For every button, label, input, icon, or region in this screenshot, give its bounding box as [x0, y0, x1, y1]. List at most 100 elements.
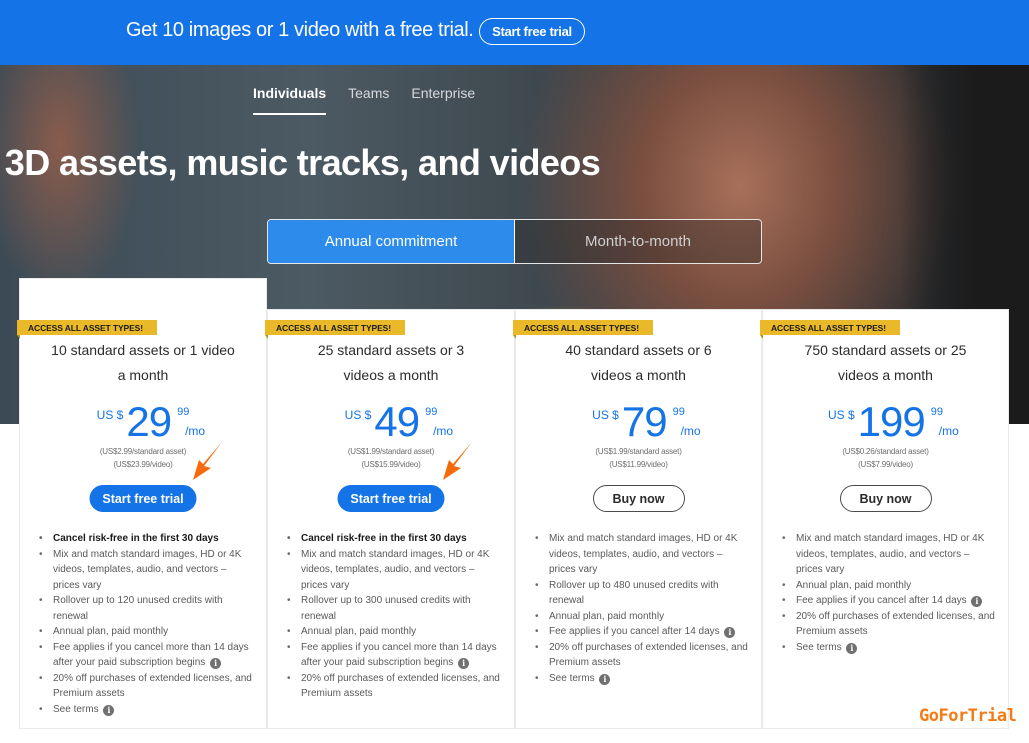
plan-card-10: ACCESS ALL ASSET TYPES! 10 standard asse…	[17, 278, 267, 729]
price-cents-wrap: 99/mo	[425, 406, 453, 442]
feature-list: Mix and match standard images, HD or 4K …	[535, 531, 749, 687]
price-dollars: 29	[126, 398, 172, 445]
feature-item: See terms i	[535, 671, 749, 687]
feature-item: Annual plan, paid monthly	[39, 624, 254, 640]
buy-now-button[interactable]: Buy now	[839, 485, 932, 512]
feature-item: See terms i	[39, 702, 254, 718]
plan-card-25: ACCESS ALL ASSET TYPES! 25 standard asse…	[265, 309, 515, 729]
per-video-price: (US$23.99/video)	[113, 460, 173, 469]
plan-title: 10 standard assets or 1 video a month	[51, 342, 235, 383]
promo-start-free-trial-button[interactable]: Start free trial	[479, 18, 585, 45]
price-currency: US $	[592, 408, 619, 422]
per-video-price: (US$7.99/video)	[858, 460, 913, 469]
feature-item: Fee applies if you cancel after 14 days …	[782, 593, 996, 609]
per-asset-price: (US$1.99/standard asset)	[347, 447, 435, 456]
info-icon[interactable]: i	[210, 658, 222, 670]
plan-price: US $ 49 99/mo	[268, 398, 514, 445]
plan-badge: ACCESS ALL ASSET TYPES!	[760, 320, 900, 339]
info-icon[interactable]: i	[599, 674, 611, 685]
arrow-annotation-icon	[443, 442, 472, 480]
toggle-annual-commitment[interactable]: Annual commitment	[268, 220, 515, 263]
promo-text: Get 10 images or 1 video with a free tri…	[126, 19, 474, 41]
hero-title: , 3D assets, music tracks, and videos	[0, 142, 601, 183]
feature-item: 20% off purchases of extended licenses, …	[39, 671, 254, 702]
per-video-price: (US$11.99/video)	[609, 460, 668, 469]
price-dollars: 79	[621, 398, 668, 445]
feature-list: Cancel risk-free in the first 30 days Mi…	[39, 531, 254, 718]
plan-badge: ACCESS ALL ASSET TYPES!	[513, 320, 653, 339]
price-currency: US $	[827, 408, 855, 422]
feature-item: Cancel risk-free in the first 30 days	[39, 531, 254, 547]
price-cents-wrap: 99/mo	[177, 406, 205, 442]
price-currency: US $	[344, 408, 372, 422]
feature-item: Annual plan, paid monthly	[782, 578, 996, 594]
per-asset-price: (US$2.99/standard asset)	[99, 447, 187, 456]
segment-tabs: Individuals Teams Enterprise	[253, 85, 475, 115]
info-icon[interactable]: i	[458, 658, 470, 670]
per-video-price: (US$15.99/video)	[361, 460, 421, 469]
per-asset-price: (US$0.26/standard asset)	[842, 447, 929, 456]
start-free-trial-button[interactable]: Start free trial	[89, 485, 197, 512]
tab-individuals[interactable]: Individuals	[253, 85, 327, 115]
feature-item: 20% off purchases of extended licenses, …	[287, 671, 502, 702]
watermark-logo: GoForTrial	[919, 706, 1017, 726]
plan-title: 40 standard assets or 6 videos a month	[565, 342, 712, 383]
plan-badge: ACCESS ALL ASSET TYPES!	[17, 320, 157, 339]
info-icon[interactable]: i	[103, 705, 115, 716]
feature-item: Mix and match standard images, HD or 4K …	[287, 547, 502, 594]
info-icon[interactable]: i	[846, 643, 858, 654]
feature-item: Rollover up to 480 unused credits with r…	[535, 578, 749, 609]
price-currency: US $	[96, 408, 124, 422]
plan-price: US $ 199 99/mo	[763, 398, 1008, 445]
feature-item: Rollover up to 120 unused credits with r…	[39, 593, 254, 624]
info-icon[interactable]: i	[724, 627, 736, 639]
feature-item: Fee applies if you cancel after 14 days …	[535, 624, 749, 640]
see-terms-link[interactable]: See terms	[53, 704, 99, 715]
feature-list: Mix and match standard images, HD or 4K …	[782, 531, 996, 656]
price-cents: 99	[425, 406, 438, 418]
feature-item: Rollover up to 300 unused credits with r…	[287, 593, 502, 624]
price-cents-wrap: 99/mo	[930, 406, 959, 442]
see-terms-link[interactable]: See terms	[549, 673, 595, 684]
tab-enterprise[interactable]: Enterprise	[411, 85, 475, 115]
feature-item: Mix and match standard images, HD or 4K …	[782, 531, 996, 578]
start-free-trial-button[interactable]: Start free trial	[337, 485, 445, 512]
plan-card-40: ACCESS ALL ASSET TYPES! 40 standard asse…	[513, 309, 762, 729]
feature-item: See terms i	[782, 640, 996, 656]
feature-item: Annual plan, paid monthly	[535, 609, 749, 625]
feature-item: Mix and match standard images, HD or 4K …	[535, 531, 749, 578]
feature-item: Annual plan, paid monthly	[287, 624, 502, 640]
price-cents: 99	[177, 406, 190, 418]
see-terms-link[interactable]: See terms	[796, 642, 842, 653]
price-period: /mo	[938, 424, 959, 438]
promo-bar: Get 10 images or 1 video with a free tri…	[0, 0, 1029, 65]
feature-item: Fee applies if you cancel more than 14 d…	[287, 640, 502, 671]
feature-item: 20% off purchases of extended licenses, …	[535, 640, 749, 671]
price-dollars: 49	[374, 398, 420, 445]
plan-price: US $ 79 99/mo	[516, 398, 761, 445]
feature-item: Fee applies if you cancel more than 14 d…	[39, 640, 254, 671]
arrow-annotation-icon	[193, 442, 222, 480]
price-period: /mo	[680, 424, 701, 438]
plan-badge: ACCESS ALL ASSET TYPES!	[265, 320, 405, 339]
feature-list: Cancel risk-free in the first 30 days Mi…	[287, 531, 502, 702]
plan-card-750: ACCESS ALL ASSET TYPES! 750 standard ass…	[760, 309, 1009, 729]
plan-title: 750 standard assets or 25 videos a month	[804, 342, 967, 383]
plan-price: US $ 29 99/mo	[20, 398, 266, 445]
price-period: /mo	[433, 424, 454, 438]
plan-title: 25 standard assets or 3 videos a month	[317, 342, 465, 383]
tab-teams[interactable]: Teams	[348, 85, 389, 115]
price-cents: 99	[672, 406, 685, 418]
buy-now-button[interactable]: Buy now	[592, 485, 685, 512]
feature-item: Mix and match standard images, HD or 4K …	[39, 547, 254, 594]
toggle-month-to-month[interactable]: Month-to-month	[515, 220, 761, 263]
price-cents: 99	[930, 406, 943, 418]
info-icon[interactable]: i	[971, 596, 983, 608]
feature-item: Cancel risk-free in the first 30 days	[287, 531, 502, 547]
price-dollars: 199	[857, 398, 926, 445]
feature-item: 20% off purchases of extended licenses, …	[782, 609, 996, 640]
price-cents-wrap: 99/mo	[672, 406, 701, 442]
price-period: /mo	[185, 424, 206, 438]
billing-toggle: Annual commitment Month-to-month	[267, 219, 762, 264]
per-asset-price: (US$1.99/standard asset)	[595, 447, 682, 456]
